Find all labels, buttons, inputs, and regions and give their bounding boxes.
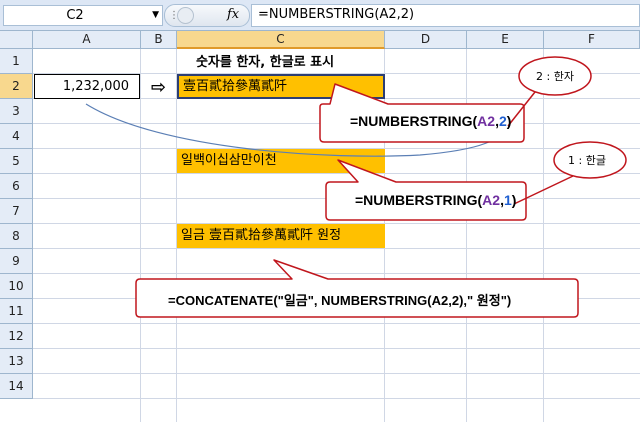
cell-c2[interactable]: 壹百貳拾參萬貳阡 (177, 74, 385, 99)
formula-bar: C2 ▼ ⋮ fx =NUMBERSTRING(A2,2) (0, 0, 640, 31)
gridline (140, 49, 141, 422)
insert-function-button[interactable]: fx (227, 7, 239, 22)
bubble-hanja-label: 2 : 한자 (536, 70, 574, 83)
row-header-9[interactable]: 9 (0, 249, 33, 274)
bubble-hangul-label: 1 : 한글 (568, 154, 606, 167)
row-header-6[interactable]: 6 (0, 174, 33, 199)
column-header-b[interactable]: B (141, 31, 177, 49)
cell-c8[interactable]: 일금 壹百貳拾參萬貳阡 원정 (177, 224, 385, 248)
callout-c5-formula: =NUMBERSTRING(A2,1) (355, 192, 516, 208)
name-box-value: C2 (66, 8, 84, 23)
column-header-c[interactable]: C (177, 31, 385, 49)
row-header-3[interactable]: 3 (0, 99, 33, 124)
right-arrow-icon: ⇨ (151, 77, 167, 98)
row-header-14[interactable]: 14 (0, 374, 33, 399)
formula-suffix: ) (506, 113, 512, 129)
row-header-7[interactable]: 7 (0, 199, 33, 224)
row-header-5[interactable]: 5 (0, 149, 33, 174)
row-header-12[interactable]: 12 (0, 324, 33, 349)
gridline (466, 49, 467, 422)
formula-ref: A2 (482, 192, 501, 208)
callout-c8-formula: =CONCATENATE("일금", NUMBERSTRING(A2,2)," … (168, 293, 512, 308)
select-all-corner[interactable] (0, 31, 33, 49)
cell-c5[interactable]: 일백이십삼만이천 (177, 149, 385, 173)
formula-prefix: =NUMBERSTRING( (355, 192, 483, 208)
callout-c2-formula: =NUMBERSTRING(A2,2) (350, 113, 511, 129)
chevron-down-icon[interactable]: ▼ (152, 10, 159, 20)
column-header-f[interactable]: F (544, 31, 640, 49)
row-header-8[interactable]: 8 (0, 224, 33, 249)
column-header-a[interactable]: A (33, 31, 141, 49)
column-header-d[interactable]: D (385, 31, 467, 49)
name-box[interactable]: C2 ▼ (3, 5, 163, 26)
cancel-icon[interactable] (177, 7, 194, 24)
formula-ref: A2 (477, 113, 496, 129)
formula-arg: 1 (503, 192, 512, 208)
formula-arg: 2 (498, 113, 507, 129)
cell-a2[interactable]: 1,232,000 (34, 74, 140, 99)
gridline (543, 49, 544, 422)
formula-suffix: ) (511, 192, 517, 208)
row-header-10[interactable]: 10 (0, 274, 33, 299)
formula-input[interactable]: =NUMBERSTRING(A2,2) (251, 4, 640, 27)
row-header-11[interactable]: 11 (0, 299, 33, 324)
row-header-4[interactable]: 4 (0, 124, 33, 149)
column-header-e[interactable]: E (467, 31, 544, 49)
formula-prefix: =NUMBERSTRING( (350, 113, 478, 129)
row-header-13[interactable]: 13 (0, 349, 33, 374)
formula-controls: ⋮ fx (164, 4, 250, 27)
cell-c1[interactable]: 숫자를 한자, 한글로 표시 (145, 51, 385, 70)
row-header-2[interactable]: 2 (0, 74, 33, 99)
row-header-1[interactable]: 1 (0, 49, 33, 74)
